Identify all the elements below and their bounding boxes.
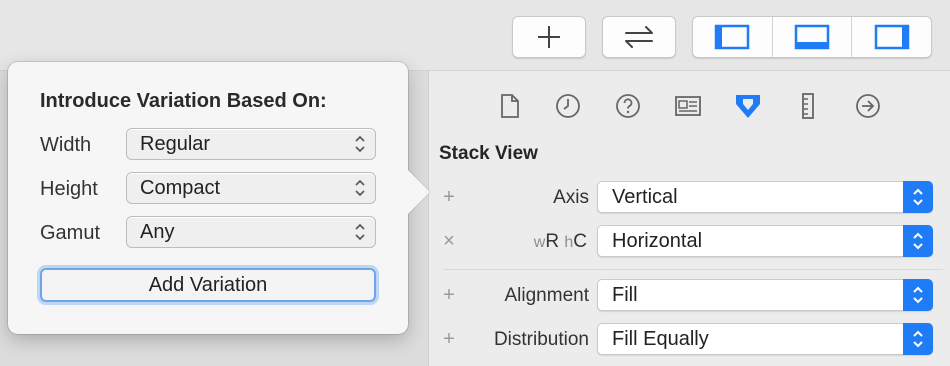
connections-arrow-icon — [856, 94, 880, 118]
remove-variation-icon[interactable]: × — [439, 231, 459, 251]
gamut-row: Gamut Any — [40, 216, 380, 250]
distribution-popup[interactable]: Fill Equally — [597, 323, 933, 355]
chevron-updown-icon — [903, 279, 933, 311]
height-row: Height Compact — [40, 172, 380, 206]
file-icon — [501, 94, 519, 118]
swap-button[interactable] — [602, 16, 676, 58]
height-label: Height — [40, 178, 98, 200]
width-label: Width — [40, 134, 92, 156]
left-panel-toggle[interactable] — [693, 17, 773, 57]
size-class-label: wR hC — [533, 231, 587, 252]
width-row: Width Regular — [40, 128, 380, 162]
distribution-row: + Distribution Fill Equally — [429, 323, 950, 359]
distribution-label: Distribution — [493, 329, 589, 350]
gamut-value: Any — [140, 221, 175, 243]
tab-file[interactable] — [495, 91, 525, 121]
axis-label: Axis — [553, 187, 589, 208]
width-value: Regular — [140, 133, 211, 155]
chevron-updown-icon — [355, 179, 365, 197]
bottom-panel-toggle[interactable] — [773, 17, 853, 57]
tab-quick-help[interactable] — [613, 91, 643, 121]
tab-size[interactable] — [793, 91, 823, 121]
inspector-tab-bar — [429, 71, 950, 129]
section-title: Stack View — [439, 143, 538, 164]
popover-title: Introduce Variation Based On: — [40, 90, 327, 112]
axis-value: Vertical — [612, 186, 678, 208]
panel-toggle-segmented-control — [692, 16, 932, 58]
inspector-panel: Stack View + Axis Vertical × wR hC Horiz… — [428, 71, 950, 366]
identity-card-icon — [675, 96, 701, 116]
alignment-value: Fill — [612, 284, 638, 306]
chevron-updown-icon — [903, 225, 933, 257]
window-toolbar — [0, 0, 950, 71]
divider — [443, 269, 943, 270]
arrows-left-right-icon — [625, 26, 653, 48]
left-panel-icon — [715, 24, 750, 50]
chevron-updown-icon — [903, 323, 933, 355]
alignment-row: + Alignment Fill — [429, 279, 950, 315]
variation-popover: Introduce Variation Based On: Width Regu… — [8, 62, 430, 334]
chevron-updown-icon — [355, 135, 365, 153]
gamut-select[interactable]: Any — [126, 216, 376, 248]
bottom-panel-icon — [794, 24, 830, 50]
axis-variation-row: × wR hC Horizontal — [429, 225, 950, 261]
alignment-popup[interactable]: Fill — [597, 279, 933, 311]
add-variation-icon[interactable]: + — [439, 187, 459, 207]
attributes-icon — [736, 95, 760, 118]
chevron-updown-icon — [903, 181, 933, 213]
axis-variation-popup[interactable]: Horizontal — [597, 225, 933, 257]
ruler-icon — [802, 93, 814, 119]
tab-connections[interactable] — [853, 91, 883, 121]
height-select[interactable]: Compact — [126, 172, 376, 204]
tab-history[interactable] — [553, 91, 583, 121]
add-variation-icon[interactable]: + — [439, 329, 459, 349]
chevron-updown-icon — [355, 223, 365, 241]
distribution-value: Fill Equally — [612, 328, 709, 350]
alignment-label: Alignment — [504, 285, 590, 306]
axis-popup[interactable]: Vertical — [597, 181, 933, 213]
width-select[interactable]: Regular — [126, 128, 376, 160]
axis-variation-value: Horizontal — [612, 230, 703, 252]
popover-arrow — [408, 170, 430, 214]
gamut-label: Gamut — [40, 222, 101, 244]
plus-icon — [538, 26, 560, 48]
height-value: Compact — [140, 177, 221, 199]
right-panel-toggle[interactable] — [852, 17, 931, 57]
tab-attributes[interactable] — [733, 91, 763, 121]
add-button[interactable] — [512, 16, 586, 58]
axis-row: + Axis Vertical — [429, 181, 950, 217]
add-variation-icon[interactable]: + — [439, 285, 459, 305]
help-icon — [616, 94, 640, 118]
clock-icon — [556, 94, 580, 118]
tab-identity[interactable] — [673, 91, 703, 121]
add-variation-button[interactable]: Add Variation — [40, 268, 376, 302]
right-panel-icon — [874, 24, 909, 50]
